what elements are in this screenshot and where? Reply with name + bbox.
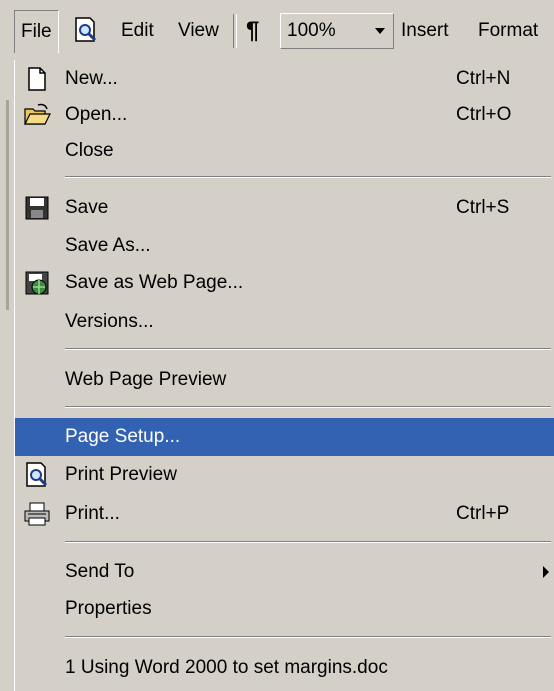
menu-separator bbox=[65, 176, 551, 178]
menu-item-label: Print... bbox=[65, 503, 120, 524]
open-folder-icon bbox=[24, 103, 51, 125]
menu-item-label: Close bbox=[65, 140, 114, 161]
menu-item-new[interactable]: New... Ctrl+N bbox=[15, 60, 554, 98]
menu-item-recent-file[interactable]: 1 Using Word 2000 to set margins.doc bbox=[15, 649, 554, 687]
menu-bar: File Edit View ¶ 100% Insert Format bbox=[0, 0, 554, 64]
menu-separator bbox=[65, 541, 551, 543]
paragraph-mark-icon: ¶ bbox=[246, 17, 260, 44]
menu-separator bbox=[65, 636, 551, 638]
menu-edit-label: Edit bbox=[121, 20, 154, 41]
menu-item-close[interactable]: Close bbox=[15, 132, 554, 170]
file-menu-dropdown: New... Ctrl+N Open... Ctrl+O Close Save … bbox=[14, 60, 554, 691]
save-disk-icon bbox=[25, 196, 49, 220]
menu-format-label: Format bbox=[478, 20, 539, 41]
menu-separator bbox=[65, 348, 551, 350]
menu-item-save-as-web-page[interactable]: Save as Web Page... bbox=[15, 264, 554, 302]
menu-item-open[interactable]: Open... Ctrl+O bbox=[15, 96, 554, 134]
menu-insert-label: Insert bbox=[401, 20, 449, 41]
menu-item-label: New... bbox=[65, 68, 118, 89]
new-document-icon bbox=[28, 67, 46, 91]
menu-item-label: Open... bbox=[65, 104, 128, 125]
menu-item-page-setup[interactable]: Page Setup... bbox=[15, 418, 554, 456]
menu-file[interactable]: File bbox=[14, 10, 59, 53]
menu-format[interactable]: Format bbox=[478, 15, 538, 47]
menu-item-save-as[interactable]: Save As... bbox=[15, 227, 554, 265]
menu-item-label: Send To bbox=[65, 561, 135, 582]
menu-item-shortcut: Ctrl+N bbox=[456, 68, 511, 89]
menu-item-save[interactable]: Save Ctrl+S bbox=[15, 189, 554, 227]
menu-item-web-page-preview[interactable]: Web Page Preview bbox=[15, 361, 554, 399]
menu-item-label: Properties bbox=[65, 598, 152, 619]
menu-item-shortcut: Ctrl+O bbox=[456, 104, 512, 125]
show-hide-paragraph-button[interactable]: ¶ bbox=[246, 15, 259, 47]
zoom-dropdown[interactable]: 100% bbox=[280, 13, 394, 49]
menu-item-label: Save as Web Page... bbox=[65, 272, 244, 293]
menu-item-label: Versions... bbox=[65, 311, 154, 332]
zoom-value: 100% bbox=[287, 20, 336, 41]
menu-item-label: Save bbox=[65, 197, 109, 218]
chevron-down-icon bbox=[375, 28, 385, 34]
menu-item-properties[interactable]: Properties bbox=[15, 590, 554, 628]
menu-edit[interactable]: Edit bbox=[121, 15, 154, 47]
menu-item-print[interactable]: Print... Ctrl+P bbox=[15, 495, 554, 533]
menu-item-label: Print Preview bbox=[65, 464, 177, 485]
menu-view-label: View bbox=[178, 20, 219, 41]
menu-item-send-to[interactable]: Send To bbox=[15, 553, 554, 591]
printer-icon bbox=[24, 502, 50, 526]
web-page-icon bbox=[25, 271, 49, 295]
document-edge bbox=[0, 60, 14, 691]
chevron-right-icon bbox=[543, 566, 549, 578]
menu-item-label: 1 Using Word 2000 to set margins.doc bbox=[65, 657, 388, 678]
menu-item-versions[interactable]: Versions... bbox=[15, 303, 554, 341]
toolbar-separator bbox=[233, 14, 237, 48]
menu-view[interactable]: View bbox=[178, 15, 219, 47]
menu-item-label: Web Page Preview bbox=[65, 369, 227, 390]
menu-item-print-preview[interactable]: Print Preview bbox=[15, 456, 554, 494]
print-preview-icon bbox=[26, 462, 48, 487]
menu-item-shortcut: Ctrl+S bbox=[456, 197, 510, 218]
menu-insert[interactable]: Insert bbox=[401, 15, 449, 47]
document-edge-bar bbox=[6, 100, 9, 310]
menu-separator bbox=[65, 406, 551, 408]
menu-file-label: File bbox=[21, 21, 52, 42]
menu-item-label: Page Setup... bbox=[65, 426, 181, 447]
menu-item-label: Save As... bbox=[65, 235, 151, 256]
menu-item-shortcut: Ctrl+P bbox=[456, 503, 510, 524]
print-preview-toolbar-icon[interactable] bbox=[72, 16, 100, 44]
